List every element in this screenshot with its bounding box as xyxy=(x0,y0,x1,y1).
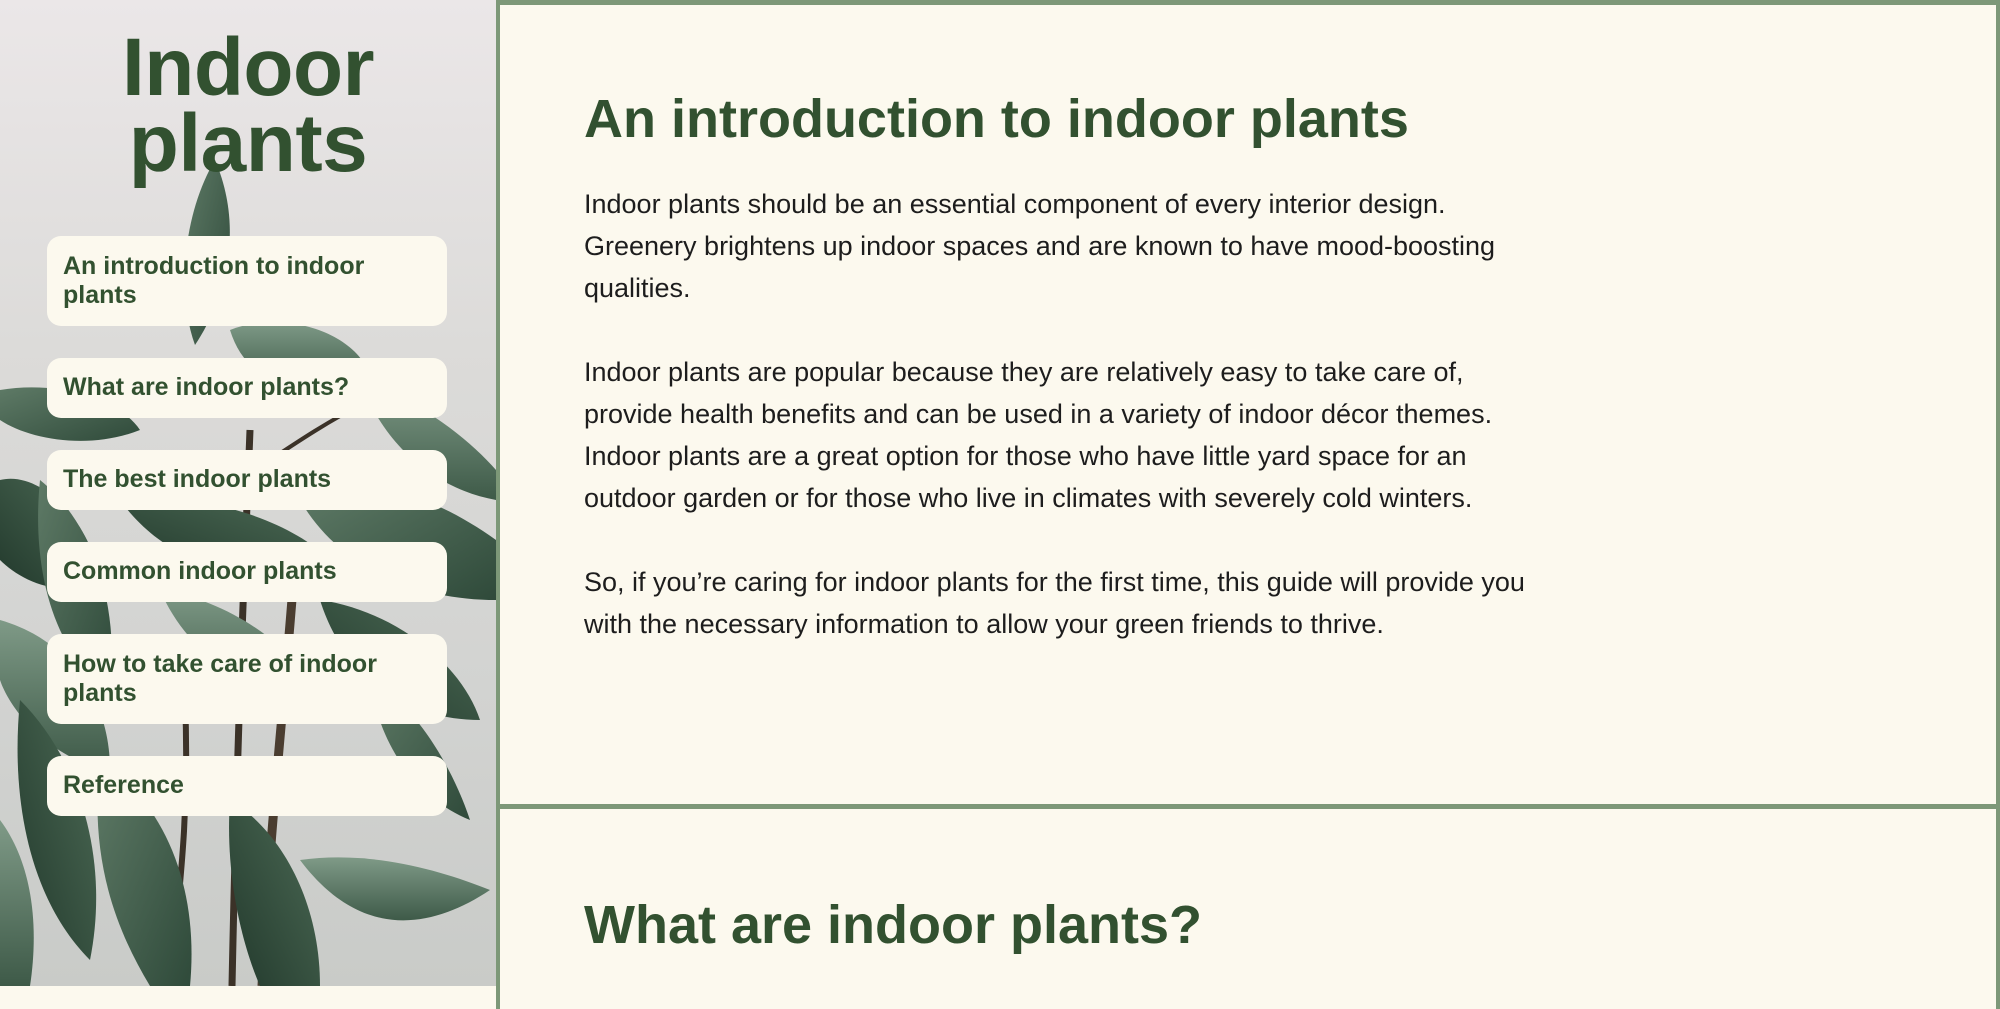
section-heading: What are indoor plants? xyxy=(584,895,1203,955)
paragraph: So, if you’re caring for indoor plants f… xyxy=(584,567,1525,639)
nav-link-common-indoor-plants[interactable]: Common indoor plants xyxy=(47,542,447,602)
nav-link-best-indoor-plants[interactable]: The best indoor plants xyxy=(47,450,447,510)
nav-link-what-are-indoor-plants[interactable]: What are indoor plants? xyxy=(47,358,447,418)
site-title: Indoor plants xyxy=(0,27,496,185)
section-what-are-indoor-plants: What are indoor plants? xyxy=(496,809,2000,1009)
paragraph: Indoor plants should be an essential com… xyxy=(584,189,1496,303)
sidebar: Indoor plants An introduction to indoor … xyxy=(0,0,496,986)
section-body: Indoor plants should be an essential com… xyxy=(584,183,1544,687)
section-heading: An introduction to indoor plants xyxy=(584,89,1409,149)
section-introduction: An introduction to indoor plants Indoor … xyxy=(496,0,2000,809)
nav-link-reference[interactable]: Reference xyxy=(47,756,447,816)
site-title-line2: plants xyxy=(128,98,368,189)
sidebar-nav: An introduction to indoor plants What ar… xyxy=(47,236,447,848)
nav-link-introduction[interactable]: An introduction to indoor plants xyxy=(47,236,447,326)
nav-link-how-to-take-care[interactable]: How to take care of indoor plants xyxy=(47,634,447,724)
main-content: An introduction to indoor plants Indoor … xyxy=(496,0,2000,1009)
paragraph: Indoor plants are popular because they a… xyxy=(584,357,1493,513)
